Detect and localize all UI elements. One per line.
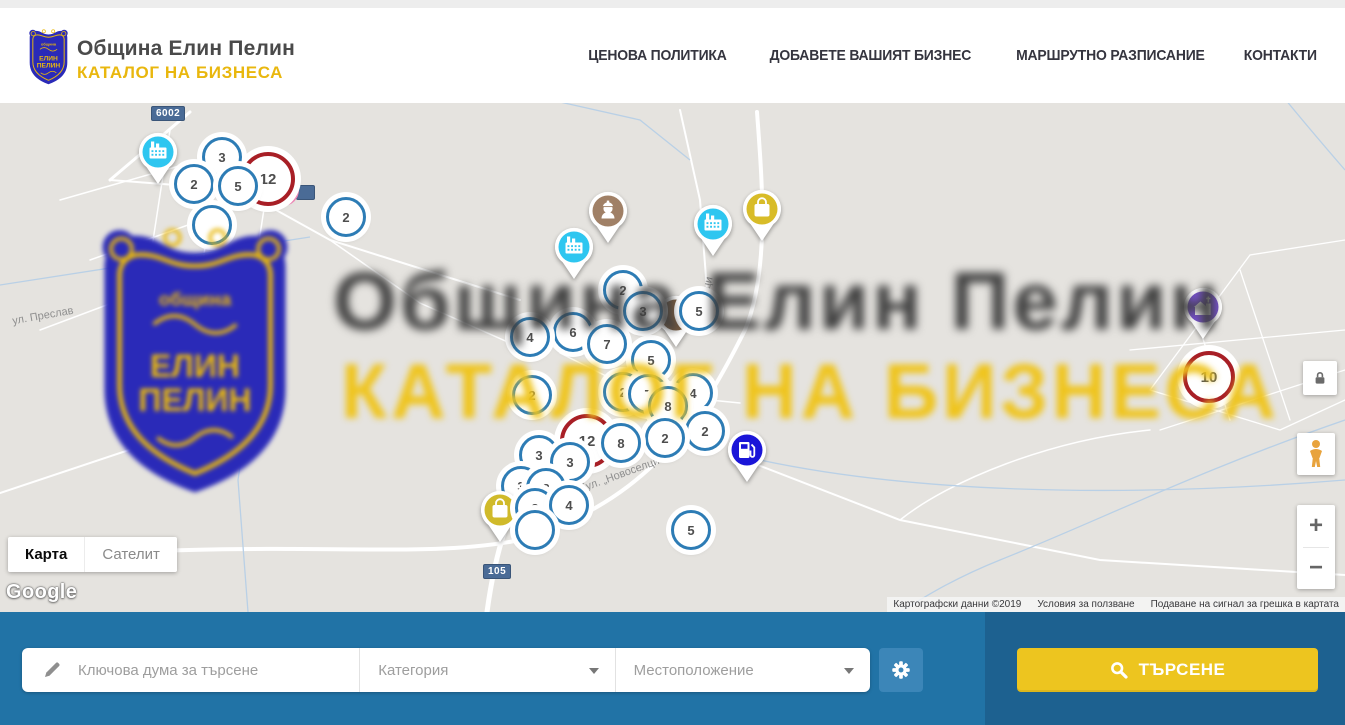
map-cluster-marker[interactable]: 5 (218, 166, 258, 206)
pegman-icon (1306, 439, 1326, 469)
location-dropdown[interactable]: Местоположение (615, 648, 870, 692)
map-cluster-marker[interactable]: 3 (623, 291, 663, 331)
zoom-out-button[interactable]: − (1297, 548, 1335, 590)
zoom-in-button[interactable]: + (1297, 505, 1335, 547)
chevron-down-icon (589, 668, 599, 674)
map-cluster-marker[interactable]: 5 (679, 291, 719, 331)
map-attribution: Картографски данни ©2019 Условия за полз… (887, 597, 1345, 612)
gear-icon (890, 659, 912, 681)
nav-contacts[interactable]: КОНТАКТИ (1244, 47, 1317, 64)
fuel-pin-marker[interactable] (725, 430, 769, 484)
map-cluster-marker[interactable]: 2 (174, 164, 214, 204)
map-cluster-marker[interactable]: 10 (1183, 351, 1235, 403)
google-logo[interactable]: Google (6, 581, 77, 604)
map-cluster-marker[interactable] (515, 510, 555, 550)
factory-pin-marker[interactable] (552, 227, 596, 281)
crest-line2: ПЕЛИН (37, 62, 61, 69)
search-pill: Категория Местоположение (22, 648, 870, 692)
advanced-settings-button[interactable] (879, 648, 923, 692)
category-placeholder: Категория (360, 662, 448, 679)
pencil-icon (42, 660, 62, 680)
map-cluster-marker[interactable]: 2 (685, 411, 725, 451)
main-nav: ЦЕНОВА ПОЛИТИКА ДОБАВЕТЕ ВАШИЯТ БИЗНЕС М… (583, 8, 1320, 103)
map-cluster-marker[interactable]: 4 (510, 317, 550, 357)
church-pin-marker[interactable] (1181, 287, 1225, 341)
factory-pin-marker[interactable] (691, 204, 735, 258)
site-title: Община Елин Пелин (77, 36, 295, 62)
zoom-control: + − (1297, 505, 1335, 589)
nav-route-schedule[interactable]: МАРШРУТНО РАЗПИСАНИЕ (1016, 47, 1205, 64)
nav-add-your-business[interactable]: ДОБАВЕТЕ ВАШИЯТ БИЗНЕС (770, 47, 972, 64)
brand-block[interactable]: Община Елин Пелин КАТАЛОГ НА БИЗНЕСА (77, 36, 295, 84)
top-strip (0, 0, 1345, 8)
map-type-map-button[interactable]: Карта (8, 537, 84, 572)
attribution-terms-link[interactable]: Условия за ползване (1037, 599, 1134, 610)
keyword-section (22, 648, 359, 692)
map-cluster-marker[interactable]: 2 (512, 375, 552, 415)
map-cluster-marker[interactable]: 2 (326, 197, 366, 237)
keyword-search-input[interactable] (76, 661, 330, 680)
map-type-control: Карта Сателит (8, 537, 177, 572)
lock-icon (1312, 370, 1328, 386)
chevron-down-icon (844, 668, 854, 674)
map-cluster-marker[interactable]: 7 (587, 324, 627, 364)
map-cluster-marker[interactable]: 2 (645, 418, 685, 458)
map-markers-layer: 12325223564752274822128333834510 (0, 103, 1345, 612)
map-cluster-marker[interactable] (192, 205, 232, 245)
site-subtitle: КАТАЛОГ НА БИЗНЕСА (77, 62, 295, 83)
municipality-crest-logo[interactable]: община ЕЛИН ПЕЛИН (25, 20, 72, 92)
crest-line1: ЕЛИН (39, 55, 58, 62)
map-cluster-marker[interactable]: 8 (601, 423, 641, 463)
attribution-copyright: Картографски данни ©2019 (893, 599, 1021, 610)
search-button[interactable]: ТЪРСЕНЕ (1017, 648, 1318, 692)
map-cluster-marker[interactable]: 4 (549, 485, 589, 525)
category-dropdown[interactable]: Категория (359, 648, 614, 692)
attribution-report-error-link[interactable]: Подаване на сигнал за грешка в картата (1151, 599, 1339, 610)
google-map[interactable]: 6002105ул. Преславбул. „Новоселцици 1232… (0, 103, 1345, 612)
search-bar: Категория Местоположение ТЪРСЕНЕ (0, 612, 1345, 725)
location-placeholder: Местоположение (616, 662, 754, 679)
search-icon (1110, 661, 1128, 679)
factory-pin-marker[interactable] (136, 132, 180, 186)
header: община ЕЛИН ПЕЛИН Община Елин Пелин КАТА… (0, 8, 1345, 103)
search-button-label: ТЪРСЕНЕ (1139, 660, 1226, 680)
pegman-button[interactable] (1297, 433, 1335, 475)
map-cluster-marker[interactable]: 5 (671, 510, 711, 550)
map-type-satellite-button[interactable]: Сателит (84, 537, 177, 572)
lock-button[interactable] (1303, 361, 1337, 395)
bag-pin-marker[interactable] (740, 189, 784, 243)
crest-word-obshtina: община (41, 41, 57, 46)
nav-pricing-policy[interactable]: ЦЕНОВА ПОЛИТИКА (588, 47, 726, 64)
